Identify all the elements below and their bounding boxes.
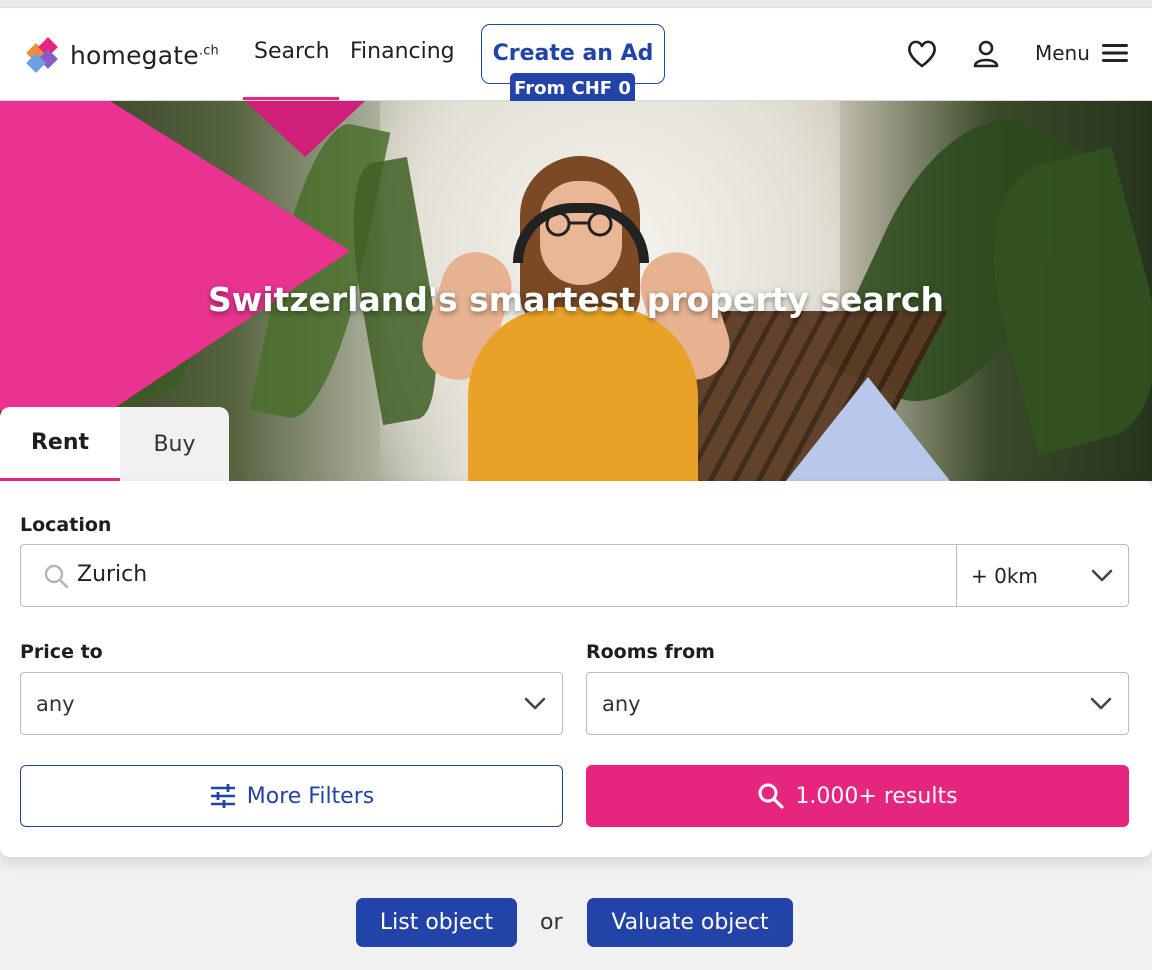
search-icon (758, 783, 785, 809)
hero-banner: Switzerland's smartest property search R… (0, 101, 1152, 481)
rooms-value: any (602, 692, 641, 716)
chevron-down-icon (524, 697, 546, 710)
tab-buy[interactable]: Buy (120, 407, 229, 481)
radius-select[interactable]: + 0km (956, 545, 1129, 606)
search-icon (44, 564, 69, 589)
price-value: any (36, 692, 75, 716)
nav-financing[interactable]: Financing (350, 39, 455, 64)
pink-triangle-top (245, 101, 365, 157)
tab-rent[interactable]: Rent (0, 407, 120, 481)
location-label: Location (20, 514, 112, 536)
sliders-icon (210, 784, 235, 808)
chevron-down-icon (1091, 569, 1113, 582)
site-header: homegate.ch Search Financing Create an A… (0, 8, 1152, 105)
or-separator: or (540, 910, 563, 935)
more-filters-button[interactable]: More Filters (20, 765, 563, 827)
location-input[interactable] (77, 562, 917, 587)
logo-wordmark: homegate.ch (70, 40, 219, 70)
user-icon (973, 40, 999, 68)
nav-active-indicator (243, 97, 339, 100)
nav-search[interactable]: Search (254, 39, 330, 64)
search-mode-tabs: Rent Buy (0, 407, 229, 481)
price-select[interactable]: any (20, 672, 563, 735)
menu-button[interactable]: Menu (1035, 41, 1128, 65)
location-field[interactable]: + 0km (20, 544, 1129, 607)
hero-title: Switzerland's smartest property search (207, 280, 944, 319)
rooms-label: Rooms from (586, 641, 715, 663)
show-results-button[interactable]: 1.000+ results (586, 765, 1129, 827)
favorites-button[interactable] (906, 38, 938, 70)
pink-shape (0, 101, 110, 411)
account-button[interactable] (970, 38, 1002, 70)
rooms-select[interactable]: any (586, 672, 1129, 735)
homegate-logo-icon (26, 37, 58, 73)
results-count-label: 1.000+ results (795, 783, 958, 809)
menu-label: Menu (1035, 41, 1090, 65)
radius-value: + 0km (971, 564, 1038, 588)
homegate-logo[interactable]: homegate.ch (26, 37, 219, 73)
hero-glasses (545, 211, 613, 237)
more-filters-label: More Filters (246, 783, 375, 809)
hero-person-shirt (468, 307, 698, 481)
chevron-down-icon (1090, 697, 1112, 710)
heart-icon (908, 40, 936, 68)
search-card: Location + 0km Price to any Rooms from a (0, 481, 1152, 857)
list-object-button[interactable]: List object (356, 898, 517, 947)
page: homegate.ch Search Financing Create an A… (0, 0, 1152, 970)
owner-actions: List object or Valuate object (0, 898, 1152, 947)
blue-triangle (786, 377, 950, 481)
browser-top-strip (0, 0, 1152, 8)
hamburger-icon (1101, 44, 1128, 62)
valuate-object-button[interactable]: Valuate object (587, 898, 793, 947)
price-label: Price to (20, 641, 103, 663)
